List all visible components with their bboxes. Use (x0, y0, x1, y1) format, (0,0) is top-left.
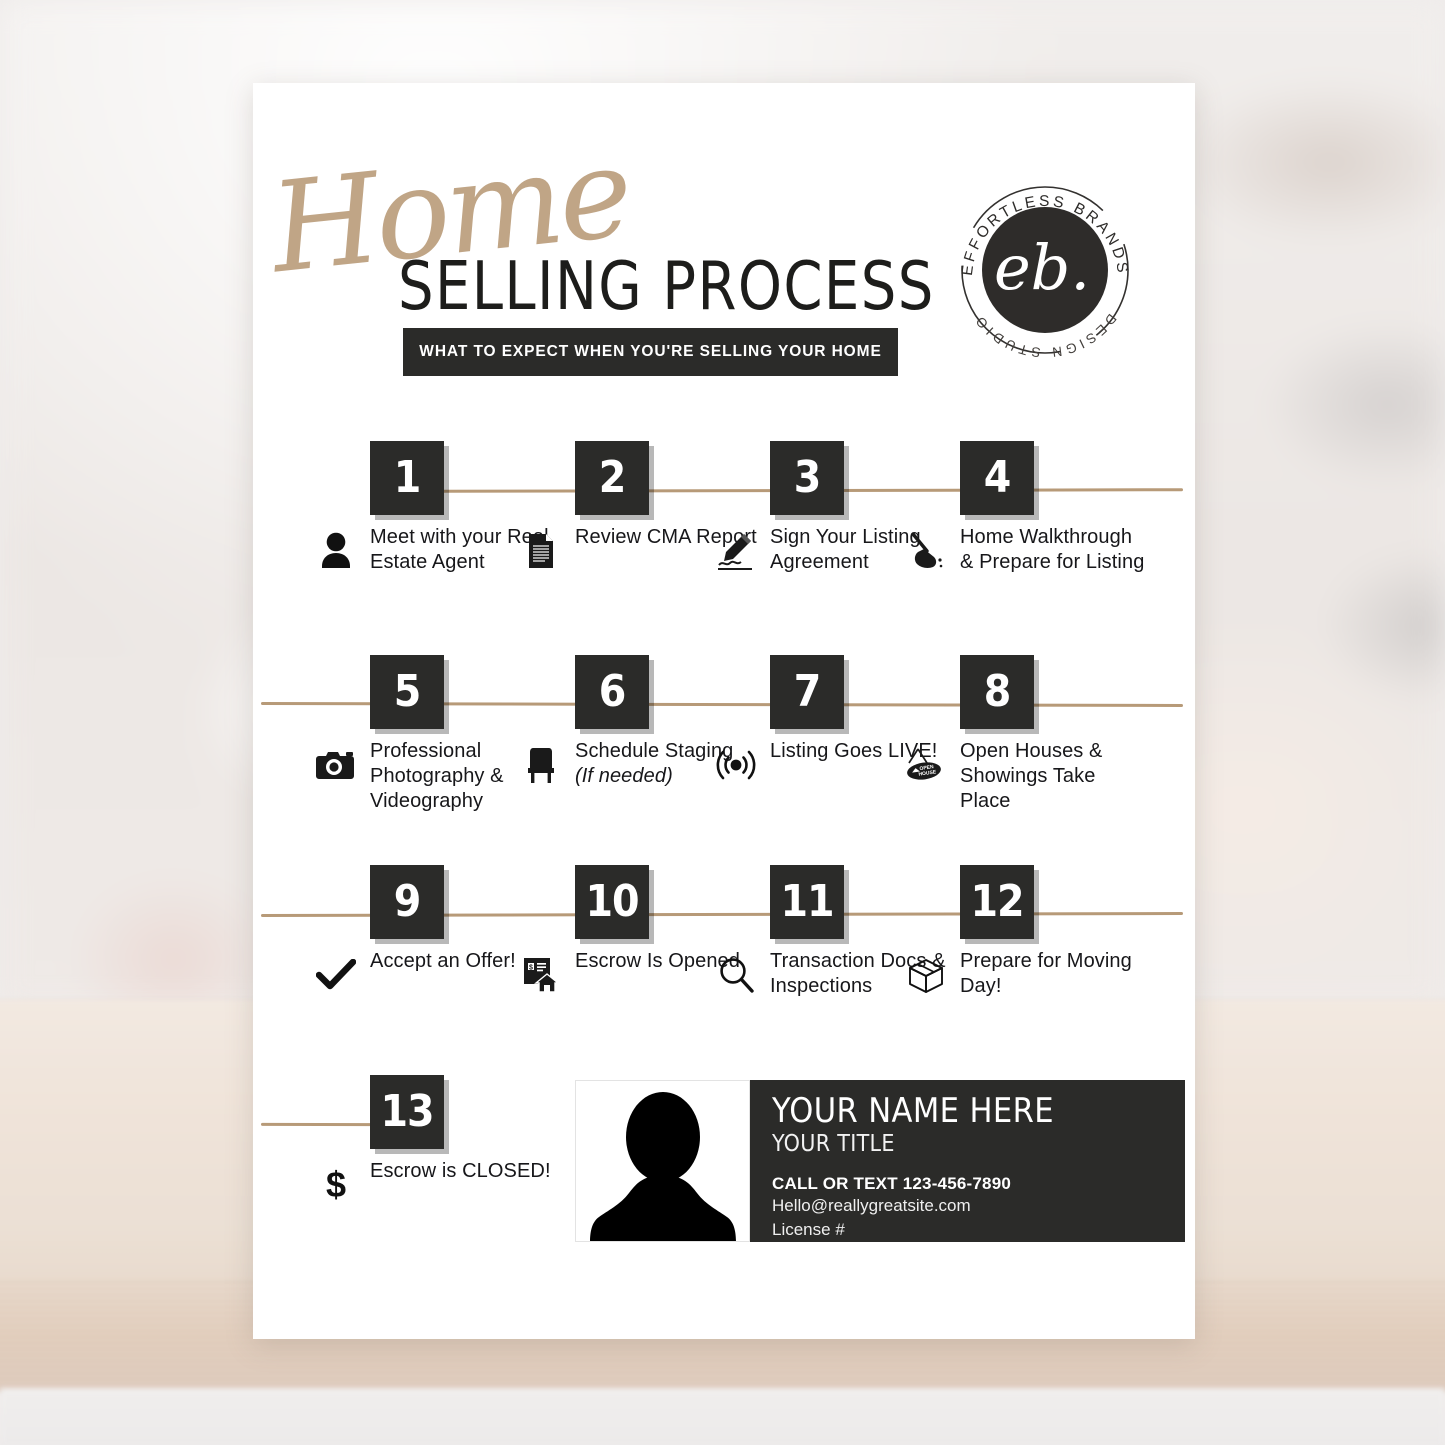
step-label-text: Sign Your Listing Agreement (770, 526, 921, 574)
process-step-3: 3 Sign Your Listing Agreement (718, 441, 921, 573)
step-number: 6 (598, 666, 627, 717)
camera-icon (312, 741, 360, 789)
step-number-badge: 3 (770, 441, 844, 515)
process-step-2: 2 Review CMA Report (529, 441, 757, 568)
step-number-badge: 9 (370, 865, 444, 939)
step-label-text: Professional Photography & Videography (370, 740, 504, 813)
chair-icon (517, 741, 565, 789)
broadcast-icon (712, 741, 760, 789)
agent-email[interactable]: Hello@reallygreatsite.com (772, 1195, 1185, 1217)
escrow-house-icon: $ (517, 951, 565, 999)
step-number: 1 (393, 452, 422, 503)
step-number-badge: 8 (960, 655, 1034, 729)
logo-monogram: eb. (994, 231, 1090, 304)
step-label: Prepare for Moving Day! (960, 949, 1145, 999)
step-number-badge: 7 (770, 655, 844, 729)
step-number: 9 (393, 876, 422, 927)
agent-name: YOUR NAME HERE (772, 1091, 1054, 1131)
moving-box-icon (902, 951, 950, 999)
blurred-floor (0, 1388, 1445, 1445)
process-step-7: 7 Listing Goes LIVE! (716, 655, 937, 780)
contact-card: YOUR NAME HERE YOUR TITLE CALL OR TEXT 1… (575, 1080, 1185, 1242)
checkmark-icon (312, 951, 360, 999)
contact-details: YOUR NAME HERE YOUR TITLE CALL OR TEXT 1… (750, 1080, 1185, 1242)
step-number-badge: 2 (575, 441, 649, 515)
step-label-text: Escrow is CLOSED! (370, 1160, 551, 1182)
step-number: 8 (983, 666, 1012, 717)
svg-text:$: $ (529, 964, 533, 971)
process-step-9: 9 Accept an Offer! (316, 865, 516, 990)
subtitle-text: WHAT TO EXPECT WHEN YOU'RE SELLING YOUR … (419, 343, 882, 360)
step-number-badge: 5 (370, 655, 444, 729)
step-label-text: Open Houses & Showings Take Place (960, 740, 1103, 813)
step-number-badge: 11 (770, 865, 844, 939)
step-label: Home Walkthrough & Prepare for Listing (960, 525, 1145, 575)
step-number: 7 (793, 666, 822, 717)
step-label-text: Accept an Offer! (370, 950, 516, 972)
document-icon (517, 527, 565, 575)
step-number: 11 (780, 876, 834, 927)
step-number: 3 (793, 452, 822, 503)
svg-text:$: $ (326, 1165, 346, 1205)
step-number-badge: 12 (960, 865, 1034, 939)
agent-license: License # (772, 1219, 845, 1239)
step-number-badge: 1 (370, 441, 444, 515)
step-label-text: Prepare for Moving Day! (960, 950, 1132, 998)
step-number: 4 (983, 452, 1012, 503)
broom-icon (902, 527, 950, 575)
step-number: 12 (970, 876, 1024, 927)
signature-pen-icon (712, 527, 760, 575)
process-step-6: 6 Schedule Staging (If needed) (528, 655, 733, 787)
process-step-13: 13 $ Escrow is CLOSED! (326, 1075, 551, 1205)
step-number-badge: 13 (370, 1075, 444, 1149)
step-number: 10 (585, 876, 639, 927)
brand-logo: EFFORTLESS BRANDS DESIGN STUDIO eb. (950, 175, 1140, 365)
subtitle-banner: WHAT TO EXPECT WHEN YOU'RE SELLING YOUR … (403, 328, 898, 376)
page-title: SELLING PROCESS (398, 247, 935, 325)
step-number-badge: 6 (575, 655, 649, 729)
dollar-sign-icon: $ (312, 1161, 360, 1209)
process-step-12: 12 Prepare for Moving Day! (909, 865, 1132, 997)
connector-line-row-4 (260, 1122, 379, 1127)
step-label-note: (If needed) (575, 765, 673, 788)
step-label-text: Home Walkthrough & Prepare for Listing (960, 526, 1145, 574)
step-label: Escrow is CLOSED! (370, 1159, 555, 1184)
step-number-badge: 4 (960, 441, 1034, 515)
avatar-silhouette-icon (589, 1092, 736, 1241)
step-number-badge: 10 (575, 865, 649, 939)
process-step-11: 11 Transaction Docs & Inspections (720, 865, 945, 997)
agent-photo-placeholder (575, 1080, 750, 1242)
flyer-paper: Home SELLING PROCESS WHAT TO EXPECT WHEN… (253, 83, 1195, 1339)
process-step-1: 1 Meet with your Real Estate Agent (322, 441, 549, 573)
process-step-4: 4 Home Walkthrough & Prepare for Listing (911, 441, 1144, 573)
step-label-text: Schedule Staging (575, 740, 734, 762)
agent-title: YOUR TITLE (772, 1130, 895, 1157)
step-number: 5 (393, 666, 422, 717)
open-house-sign-icon: OPEN HOUSE (902, 741, 950, 789)
process-step-5: 5 Professional Photography & Videography (316, 655, 504, 812)
step-label: Open Houses & Showings Take Place (960, 739, 1145, 815)
magnifier-icon (712, 951, 760, 999)
step-number: 13 (380, 1086, 434, 1137)
agent-phone[interactable]: CALL OR TEXT 123-456-7890 (772, 1174, 1185, 1194)
process-step-10: 10 $ Escrow Is Opened (524, 865, 740, 993)
process-step-8: 8 OPEN HOUSE Open Houses & Showings Take Pl… (907, 655, 1102, 812)
person-icon (312, 527, 360, 575)
step-number: 2 (598, 452, 627, 503)
